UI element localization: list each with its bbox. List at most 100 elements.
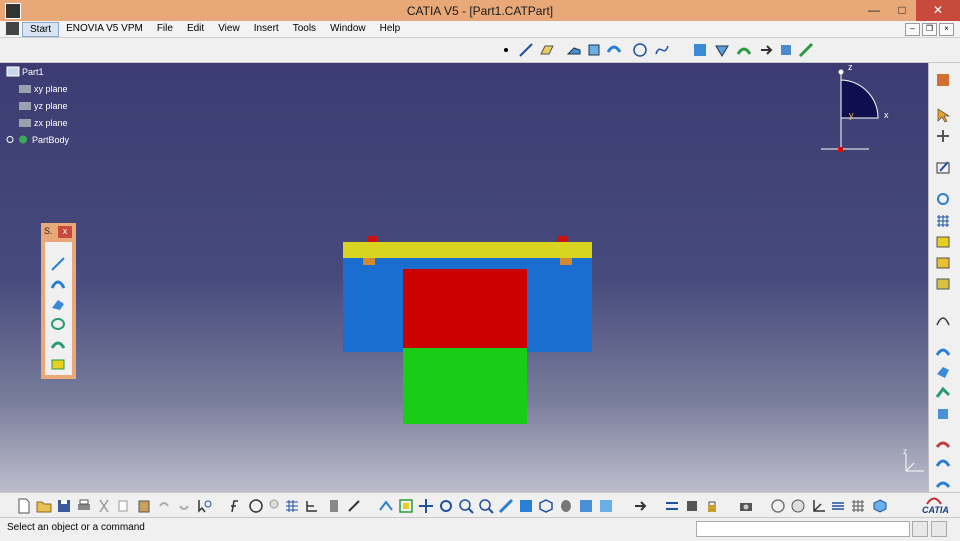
blend-surface-icon[interactable] [50, 336, 66, 352]
curve-analysis-icon[interactable] [935, 311, 951, 327]
circle-icon[interactable] [632, 42, 648, 58]
grid-view-icon[interactable] [850, 498, 866, 514]
plane-tool-icon[interactable] [538, 42, 554, 58]
measure-icon[interactable] [346, 498, 362, 514]
status-button-2[interactable] [931, 521, 947, 537]
loft-surface-icon[interactable] [50, 316, 66, 332]
whats-this-icon[interactable] [196, 498, 212, 514]
visualization-icon[interactable] [872, 498, 888, 514]
menu-help[interactable]: Help [373, 22, 408, 37]
menu-tools[interactable]: Tools [286, 22, 323, 37]
spline-icon[interactable] [654, 42, 670, 58]
floating-toolbar-close-button[interactable]: x [58, 226, 72, 238]
symmetry-icon[interactable] [778, 42, 794, 58]
red-block[interactable] [403, 269, 527, 348]
floating-toolbar[interactable]: S. x [41, 223, 76, 379]
parent-children-icon[interactable] [664, 498, 680, 514]
3d-viewport[interactable]: Part1 xy plane yz plane zx plane PartBod… [0, 63, 928, 492]
draft-analysis-icon[interactable] [935, 435, 951, 451]
doc-minimize-button[interactable]: – [905, 23, 920, 36]
print-icon[interactable] [76, 498, 92, 514]
revolve-icon[interactable] [586, 42, 602, 58]
hide-show-icon[interactable] [578, 498, 594, 514]
open-folder-icon[interactable] [36, 498, 52, 514]
close-button[interactable]: ✕ [916, 0, 960, 21]
layer-icon[interactable] [830, 498, 846, 514]
rotate-icon[interactable] [438, 498, 454, 514]
body-icon[interactable] [935, 276, 951, 292]
sweep-surface-icon[interactable] [50, 296, 66, 312]
workbench-icon[interactable] [935, 72, 951, 88]
tree-node-xy-plane[interactable]: xy plane [18, 83, 68, 94]
swap-visible-space-icon[interactable] [598, 498, 614, 514]
design-table-icon[interactable] [284, 498, 300, 514]
fit-all-icon[interactable] [398, 498, 414, 514]
line-icon[interactable] [518, 42, 534, 58]
connect-checker-icon[interactable] [935, 456, 951, 472]
tree-node-yz-plane[interactable]: yz plane [18, 100, 68, 111]
pan-icon[interactable] [418, 498, 434, 514]
reflection-icon[interactable] [790, 498, 806, 514]
zoom-out-icon[interactable] [478, 498, 494, 514]
multi-section-icon[interactable] [935, 364, 951, 380]
menu-start[interactable]: Start [22, 22, 60, 37]
iso-view-icon[interactable] [538, 498, 554, 514]
extrapolate-icon[interactable] [798, 42, 814, 58]
orange-tab-right[interactable] [560, 258, 572, 265]
light-bulb-icon[interactable] [266, 498, 282, 514]
fly-mode-icon[interactable] [378, 498, 394, 514]
render-icon[interactable] [770, 498, 786, 514]
translate-icon[interactable] [758, 42, 774, 58]
zoom-in-icon[interactable] [458, 498, 474, 514]
lock-icon[interactable] [704, 498, 720, 514]
fillet-icon[interactable] [736, 42, 752, 58]
doc-restore-button[interactable]: ❐ [922, 23, 937, 36]
surface-tool-icon[interactable] [935, 343, 951, 359]
red-tab-left[interactable] [367, 236, 377, 242]
offset-surface-icon[interactable] [935, 385, 951, 401]
ordered-set-icon[interactable] [935, 255, 951, 271]
boundary-icon[interactable] [692, 42, 708, 58]
paste-icon[interactable] [136, 498, 152, 514]
shading-icon[interactable] [558, 498, 574, 514]
compass-widget[interactable] [815, 63, 895, 155]
red-tab-right[interactable] [557, 236, 567, 242]
menu-insert[interactable]: Insert [247, 22, 286, 37]
sweep-icon[interactable] [606, 42, 622, 58]
hide-icon[interactable] [684, 498, 700, 514]
undo-icon[interactable] [156, 498, 172, 514]
revolution-surface-icon[interactable] [50, 276, 66, 292]
select-arrow-icon[interactable] [935, 107, 951, 123]
tree-node-partbody[interactable]: PartBody [6, 134, 69, 145]
extrude-icon[interactable] [566, 42, 582, 58]
save-icon[interactable] [56, 498, 72, 514]
menu-view[interactable]: View [211, 22, 247, 37]
orange-tab-left[interactable] [363, 258, 375, 265]
tree-structure-icon[interactable] [304, 498, 320, 514]
normal-view-icon[interactable] [498, 498, 514, 514]
redo-icon[interactable] [176, 498, 192, 514]
menu-enovia[interactable]: ENOVIA V5 VPM [59, 22, 150, 37]
grid-icon[interactable] [935, 213, 951, 229]
point-icon[interactable] [498, 42, 514, 58]
green-block[interactable] [403, 348, 527, 424]
knowledge-icon[interactable] [248, 498, 264, 514]
sketch-tool-icon[interactable] [50, 256, 66, 272]
multi-view-icon[interactable] [518, 498, 534, 514]
tree-root-part1[interactable]: Part1 [6, 66, 44, 77]
catalog-icon[interactable] [326, 498, 342, 514]
start-workbench-icon[interactable] [6, 22, 19, 35]
camera-icon[interactable] [738, 498, 754, 514]
split-icon[interactable] [714, 42, 730, 58]
cut-icon[interactable] [96, 498, 112, 514]
select-trap-icon[interactable] [935, 128, 951, 144]
doc-close-button[interactable]: × [939, 23, 954, 36]
fill-surface-icon[interactable] [50, 356, 66, 372]
geometric-set-icon[interactable] [935, 234, 951, 250]
maximize-button[interactable]: □ [888, 0, 916, 21]
tree-node-zx-plane[interactable]: zx plane [18, 117, 68, 128]
new-file-icon[interactable] [16, 498, 32, 514]
copy-icon[interactable] [116, 498, 132, 514]
command-input[interactable] [696, 521, 910, 537]
axis-view-icon[interactable] [810, 498, 826, 514]
